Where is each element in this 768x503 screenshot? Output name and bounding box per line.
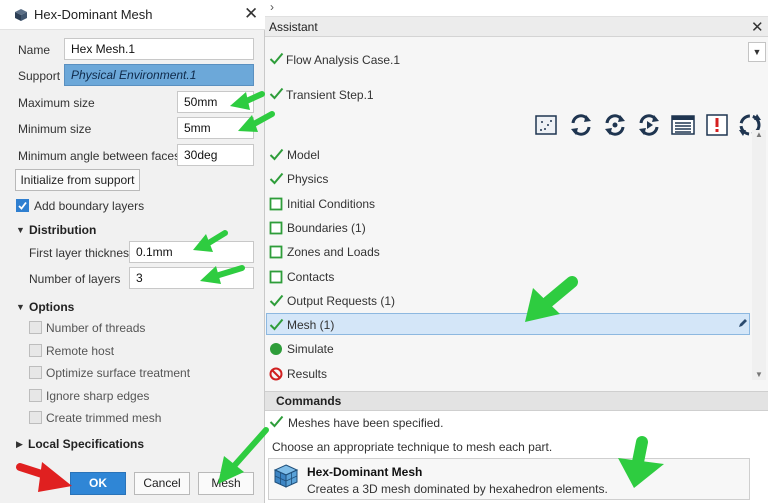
tree-item[interactable]: Output Requests (1) [268,291,728,311]
min-angle-field[interactable]: 30deg [177,144,254,166]
add-boundary-layers-label: Add boundary layers [34,199,145,213]
tree-item[interactable]: Model [268,145,728,165]
command-card-title: Hex-Dominant Mesh [307,465,423,479]
tree-item[interactable]: Physics [268,169,728,189]
number-of-layers-label: Number of layers [29,272,121,286]
create-trimmed-mesh-label: Create trimmed mesh [46,411,162,425]
tree-item[interactable]: Initial Conditions [268,194,728,214]
edit-pencil-icon[interactable] [737,317,749,329]
tree-item-label: Results [287,367,328,381]
dialog-close-icon[interactable]: ✕ [244,4,258,24]
tree-item-label: Physics [287,172,329,186]
green-check-icon [269,318,284,334]
empty-square-icon [269,221,283,238]
max-size-field[interactable]: 50mm [177,91,254,113]
tree-item-label: Output Requests (1) [287,294,396,308]
max-size-label: Maximum size [18,96,95,110]
green-check-icon [269,148,284,164]
tree-item-label: Boundaries (1) [287,221,366,235]
assistant-title: Assistant [269,20,318,34]
add-boundary-layers-checkbox[interactable] [16,199,29,212]
checkmark-icon [18,201,27,210]
optimize-surface-treatment-label: Optimize surface treatment [46,366,191,380]
analysis-case-label[interactable]: Flow Analysis Case.1 [286,53,400,67]
transient-step-label[interactable]: Transient Step.1 [286,88,374,102]
first-layer-thickness-field[interactable]: 0.1mm [129,241,254,263]
assistant-header [265,17,768,37]
green-dot-icon [269,342,283,359]
assistant-top-strip [265,0,768,17]
cancel-button[interactable]: Cancel [134,472,190,495]
commands-status-check-icon [269,415,284,428]
min-angle-label: Minimum angle between faces [18,149,181,163]
tree-item-label: Mesh (1) [287,318,335,332]
support-field[interactable]: Physical Environment.1 [64,64,254,86]
mesh-button[interactable]: Mesh [198,472,254,495]
commands-hint-text: Choose an appropriate technique to mesh … [272,440,553,454]
tree-item[interactable]: Zones and Loads [268,242,728,262]
initialize-from-support-button[interactable]: Initialize from support [15,169,140,191]
tree-item[interactable]: Results [268,364,728,384]
number-of-layers-field[interactable]: 3 [129,267,254,289]
ignore-sharp-edges-label: Ignore sharp edges [46,389,150,403]
distribution-section-title[interactable]: Distribution [29,223,96,237]
warnings-icon[interactable] [704,112,730,138]
scroll-up-icon[interactable]: ▲ [755,130,763,139]
commands-title: Commands [276,394,342,408]
tree-item-label: Model [287,148,320,162]
first-layer-thickness-label: First layer thickness [29,246,136,260]
min-size-field[interactable]: 5mm [177,117,254,139]
name-label: Name [18,43,51,57]
tree-item[interactable]: Simulate [268,339,728,359]
assistant-close-icon[interactable]: ✕ [751,18,764,36]
update-icon[interactable] [568,112,594,138]
scroll-down-icon[interactable]: ▼ [755,370,763,379]
create-trimmed-mesh-checkbox[interactable] [29,411,42,424]
name-field[interactable]: Hex Mesh.1 [64,38,254,60]
local-specifications-expand-icon[interactable]: ▶ [16,439,23,450]
empty-square-icon [269,270,283,287]
step-check-icon [269,87,284,100]
dialog-title: Hex-Dominant Mesh [34,7,153,22]
green-check-icon [269,172,284,188]
tree-item[interactable]: Contacts [268,267,728,287]
distribution-collapse-icon[interactable]: ▼ [16,225,25,235]
case-dropdown-icon[interactable]: ▼ [748,42,766,62]
table-view-icon[interactable] [670,112,696,138]
tree-scrollbar[interactable] [752,130,766,380]
ignore-sharp-edges-checkbox[interactable] [29,389,42,402]
empty-square-icon [269,245,283,262]
optimize-surface-treatment-checkbox[interactable] [29,366,42,379]
tree-item-label: Contacts [287,270,335,284]
empty-square-icon [269,197,283,214]
tree-item-label: Initial Conditions [287,197,376,211]
tree-item[interactable]: Mesh (1) [268,315,728,335]
update-and-run-icon[interactable] [636,112,662,138]
tree-item-label: Simulate [287,342,334,356]
options-collapse-icon[interactable]: ▼ [16,302,25,312]
tree-item[interactable]: Boundaries (1) [268,218,728,238]
update-all-icon[interactable] [602,112,628,138]
panel-expand-chevron-icon[interactable]: › [270,0,274,14]
mesh-preview-icon[interactable] [533,112,559,138]
green-check-icon [269,294,284,310]
prohibited-icon [269,367,283,384]
hex-mesh-cube-icon [273,464,299,488]
remote-host-checkbox[interactable] [29,344,42,357]
local-specifications-section-title[interactable]: Local Specifications [28,437,144,451]
support-label: Support [18,69,61,83]
commands-status-text: Meshes have been specified. [288,416,444,430]
options-section-title[interactable]: Options [29,300,74,314]
number-of-threads-checkbox[interactable] [29,321,42,334]
tree-item-label: Zones and Loads [287,245,380,259]
min-size-label: Minimum size [18,122,92,136]
number-of-threads-label: Number of threads [46,321,146,335]
remote-host-label: Remote host [46,344,115,358]
ok-button[interactable]: OK [70,472,126,495]
case-check-icon [269,52,284,65]
command-card-description: Creates a 3D mesh dominated by hexahedro… [307,482,608,496]
mesh-dialog-icon [15,9,27,21]
